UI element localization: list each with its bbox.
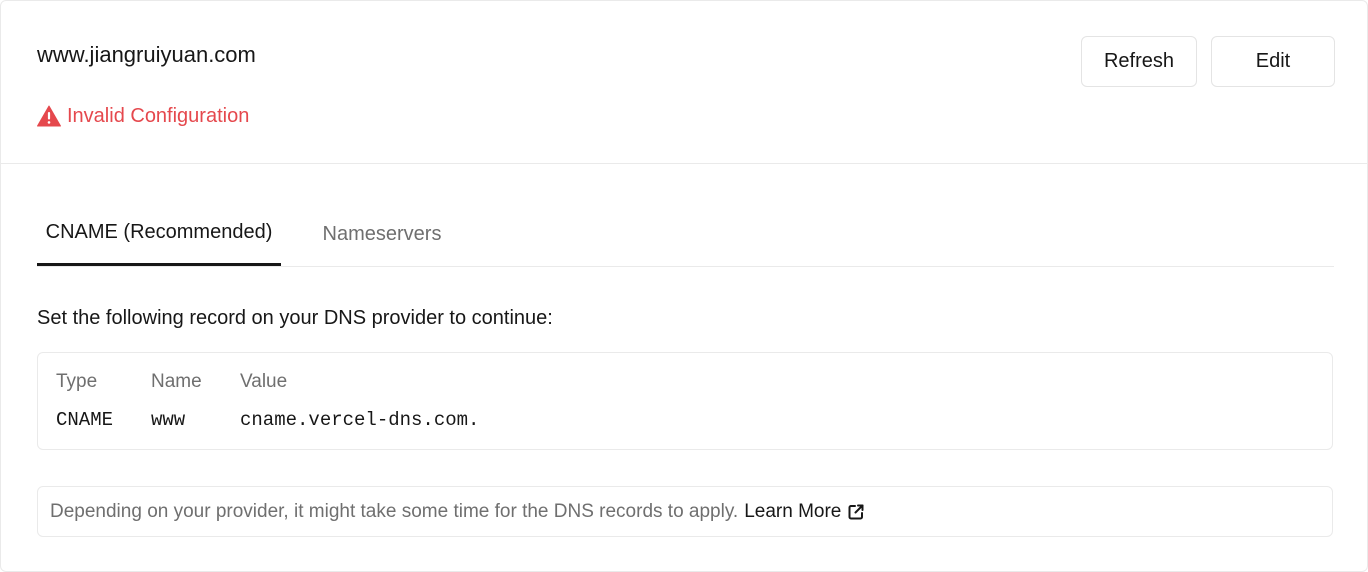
propagation-note: Depending on your provider, it might tak…: [37, 486, 1333, 537]
column-header-value: Value: [240, 371, 288, 392]
column-header-type: Type: [56, 371, 98, 392]
learn-more-link[interactable]: Learn More: [744, 501, 865, 523]
note-text: Depending on your provider, it might tak…: [50, 500, 739, 522]
learn-more-label: Learn More: [744, 500, 842, 522]
status-text: Invalid Configuration: [67, 105, 250, 127]
record-type-value: CNAME: [56, 409, 114, 431]
edit-button[interactable]: Edit: [1211, 36, 1335, 87]
status-indicator: Invalid Configuration: [37, 103, 249, 129]
tab-nameservers[interactable]: Nameservers: [317, 202, 447, 267]
record-name-value: www: [151, 409, 186, 431]
tab-cname[interactable]: CNAME (Recommended): [37, 202, 281, 266]
column-header-name: Name: [151, 371, 202, 392]
external-link-icon: [847, 503, 865, 521]
instruction-text: Set the following record on your DNS pro…: [37, 307, 553, 329]
record-tabs: CNAME (Recommended) Nameservers: [37, 202, 1334, 267]
card-header: www.jiangruiyuan.com Invalid Configurati…: [1, 1, 1367, 164]
refresh-button[interactable]: Refresh: [1081, 36, 1197, 87]
warning-triangle-icon: [37, 105, 61, 127]
record-value-value: cname.vercel-dns.com.: [240, 409, 480, 431]
domain-title: www.jiangruiyuan.com: [37, 42, 256, 67]
dns-record-table: Type Name Value CNAME www cname.vercel-d…: [37, 352, 1333, 450]
domain-config-card: www.jiangruiyuan.com Invalid Configurati…: [0, 0, 1368, 572]
